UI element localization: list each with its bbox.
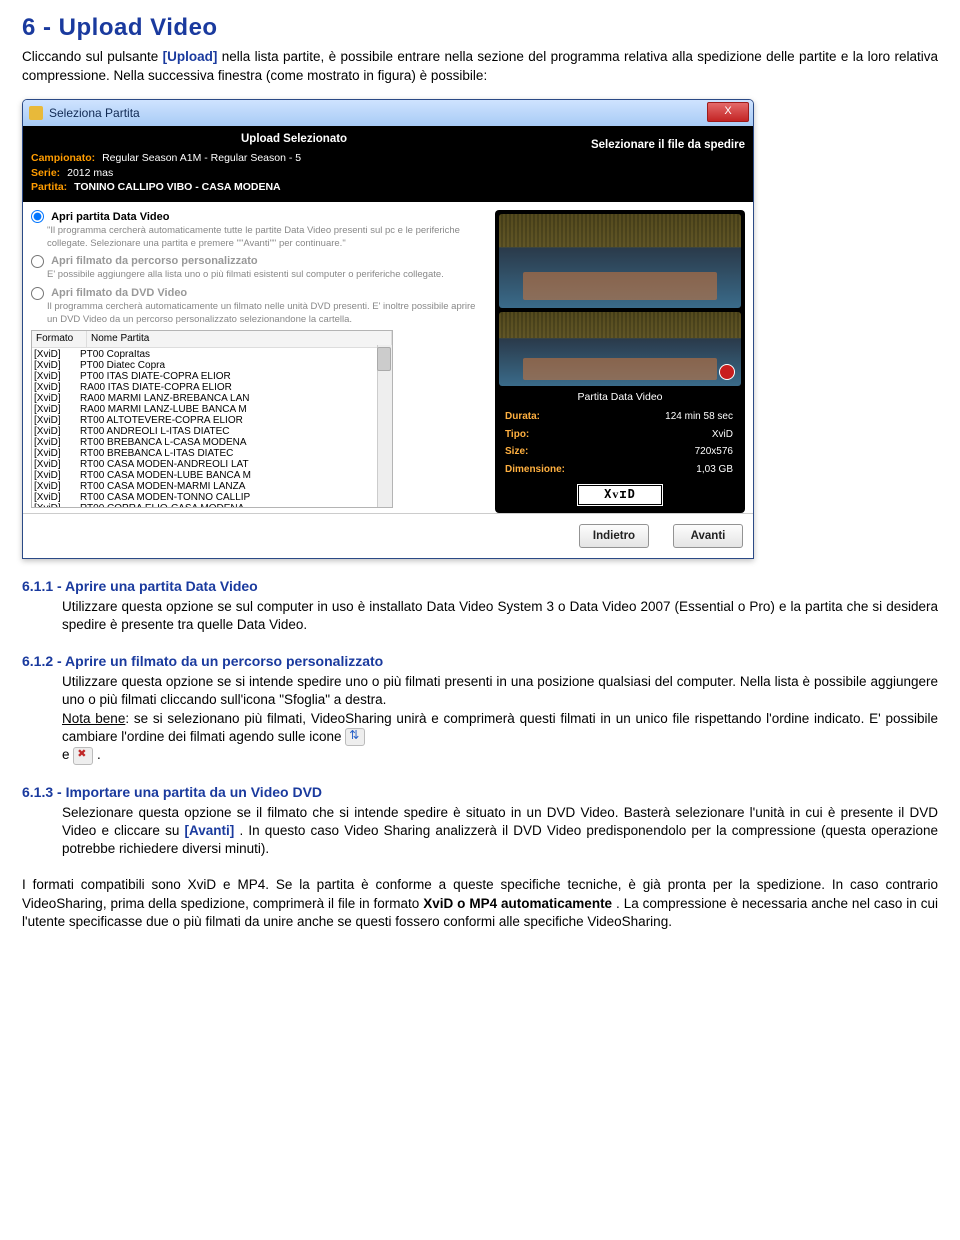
s612-e: e xyxy=(62,747,70,762)
list-item[interactable]: [XviD]RA00 MARMI LANZ-LUBE BANCA M xyxy=(32,404,392,415)
preview-label: Partita Data Video xyxy=(499,390,741,404)
nota-bene-label: Nota bene xyxy=(62,711,125,726)
option-dvd-desc: Il programma cercherà automaticamente un… xyxy=(47,301,487,327)
col-formato: Formato xyxy=(32,331,87,347)
upload-bracket: [Upload] xyxy=(163,49,218,64)
indietro-button[interactable]: Indietro xyxy=(579,524,649,548)
section-611-body: Utilizzare questa opzione se sul compute… xyxy=(62,598,938,634)
end-bold: XviD o MP4 automaticamente xyxy=(423,896,612,911)
closing-paragraph: I formati compatibili sono XviD e MP4. S… xyxy=(22,876,938,931)
avanti-button[interactable]: Avanti xyxy=(673,524,743,548)
intro-paragraph: Cliccando sul pulsante [Upload] nella li… xyxy=(22,48,938,84)
select-file-hint: Selezionare il file da spedire xyxy=(591,138,745,154)
pv-size-k: Size: xyxy=(501,444,571,460)
preview-box: Partita Data Video Durata: 124 min 58 se… xyxy=(495,210,745,513)
list-item[interactable]: [XviD]RA00 ITAS DIATE-COPRA ELIOR xyxy=(32,382,392,393)
xvid-logo: XᴠɪD xyxy=(576,483,664,507)
section-613-title: 6.1.3 - Importare una partita da un Vide… xyxy=(22,783,938,802)
s612-dot: . xyxy=(97,747,101,762)
pv-durata-v: 124 min 58 sec xyxy=(573,409,739,425)
option-dvd-title: Apri filmato da DVD Video xyxy=(51,287,187,299)
dialog-title-icon xyxy=(29,106,43,120)
list-item[interactable]: [XviD]RA00 MARMI LANZ-BREBANCA LAN xyxy=(32,393,392,404)
list-item[interactable]: [XviD]PT00 ITAS DIATE-COPRA ELIOR xyxy=(32,371,392,382)
partita-line: Partita: TONINO CALLIPO VIBO - CASA MODE… xyxy=(31,180,745,194)
radio-data-video[interactable] xyxy=(31,210,44,223)
partita-value: TONINO CALLIPO VIBO - CASA MODENA xyxy=(74,181,281,193)
serie-value: 2012 mas xyxy=(67,167,113,179)
reorder-icon xyxy=(345,728,365,746)
option-dvd[interactable]: Apri filmato da DVD Video Il programma c… xyxy=(31,286,487,326)
dialog-header-dark: Selezionare il file da spedire Upload Se… xyxy=(23,126,753,202)
dialog-right-pane: Partita Data Video Durata: 124 min 58 se… xyxy=(495,210,745,513)
list-item[interactable]: [XviD]RT00 CASA MODEN-LUBE BANCA M xyxy=(32,470,392,481)
campionato-label: Campionato: xyxy=(31,152,95,164)
list-scroll-thumb[interactable] xyxy=(377,347,391,371)
radio-dvd[interactable] xyxy=(31,287,44,300)
pv-dim-v: 1,03 GB xyxy=(573,462,739,478)
section-613-body: Selezionare questa opzione se il filmato… xyxy=(62,804,938,859)
col-nome: Nome Partita xyxy=(87,331,392,347)
delete-icon xyxy=(73,747,93,765)
list-item[interactable]: [XviD]RT00 BREBANCA L-CASA MODENA xyxy=(32,437,392,448)
list-header: Formato Nome Partita xyxy=(32,331,392,348)
dialog-footer: Indietro Avanti xyxy=(23,513,753,558)
list-item[interactable]: [XviD]RT00 COPRA ELIO-CASA MODENA xyxy=(32,503,392,509)
list-item[interactable]: [XviD]RT00 CASA MODEN-MARMI LANZA xyxy=(32,481,392,492)
list-item[interactable]: [XviD]RT00 CASA MODEN-TONNO CALLIP xyxy=(32,492,392,503)
campionato-value: Regular Season A1M - Regular Season - 5 xyxy=(102,152,301,164)
page-title: 6 - Upload Video xyxy=(22,12,938,44)
s612-nb: : se si selezionano più filmati, VideoSh… xyxy=(62,711,938,744)
list-item[interactable]: [XviD]RT00 CASA MODEN-ANDREOLI LAT xyxy=(32,459,392,470)
option-percorso-title: Apri filmato da percorso personalizzato xyxy=(51,255,258,267)
intro-text-1: Cliccando sul pulsante xyxy=(22,49,163,64)
preview-info-table: Durata: 124 min 58 sec Tipo: XviD Size: … xyxy=(499,407,741,479)
option-percorso-desc: E' possibile aggiungere alla lista uno o… xyxy=(47,269,487,282)
avanti-bracket: [Avanti] xyxy=(185,823,235,838)
list-item[interactable]: [XviD]PT00 CopraItas xyxy=(32,349,392,360)
list-item[interactable]: [XviD]RT00 BREBANCA L-ITAS DIATEC xyxy=(32,448,392,459)
pv-tipo-v: XviD xyxy=(573,427,739,443)
close-button[interactable]: X xyxy=(707,102,749,122)
section-611-title: 6.1.1 - Aprire una partita Data Video xyxy=(22,577,938,596)
s612-b1: Utilizzare questa opzione se si intende … xyxy=(62,674,938,707)
pv-tipo-k: Tipo: xyxy=(501,427,571,443)
option-data-video-desc: "Il programma cercherà automaticamente t… xyxy=(47,225,487,251)
pv-durata-k: Durata: xyxy=(501,409,571,425)
campionato-line: Campionato: Regular Season A1M - Regular… xyxy=(31,151,745,165)
list-item[interactable]: [XviD]PT00 Diatec Copra xyxy=(32,360,392,371)
record-icon xyxy=(719,364,735,380)
partita-label: Partita: xyxy=(31,181,67,193)
option-data-video[interactable]: Apri partita Data Video "Il programma ce… xyxy=(31,210,487,250)
pv-size-v: 720x576 xyxy=(573,444,739,460)
list-item[interactable]: [XviD]RT00 ALTOTEVERE-COPRA ELIOR xyxy=(32,415,392,426)
option-percorso[interactable]: Apri filmato da percorso personalizzato … xyxy=(31,254,487,282)
section-612-title: 6.1.2 - Aprire un filmato da un percorso… xyxy=(22,652,938,671)
dialog-left-pane: Apri partita Data Video "Il programma ce… xyxy=(31,210,487,513)
section-612-body: Utilizzare questa opzione se si intende … xyxy=(62,673,938,765)
option-data-video-title: Apri partita Data Video xyxy=(51,211,169,223)
dialog-seleziona-partita: Seleziona Partita X Selezionare il file … xyxy=(22,99,754,559)
partite-listbox[interactable]: Formato Nome Partita [XviD]PT00 CopraIta… xyxy=(31,330,393,508)
serie-line: Serie: 2012 mas xyxy=(31,166,745,180)
preview-thumb-1 xyxy=(499,214,741,308)
preview-thumb-2 xyxy=(499,312,741,386)
radio-percorso[interactable] xyxy=(31,255,44,268)
dialog-titlebar[interactable]: Seleziona Partita X xyxy=(23,100,753,126)
pv-dim-k: Dimensione: xyxy=(501,462,571,478)
serie-label: Serie: xyxy=(31,167,60,179)
list-item[interactable]: [XviD]RT00 ANDREOLI L-ITAS DIATEC xyxy=(32,426,392,437)
dialog-title: Seleziona Partita xyxy=(49,105,140,121)
